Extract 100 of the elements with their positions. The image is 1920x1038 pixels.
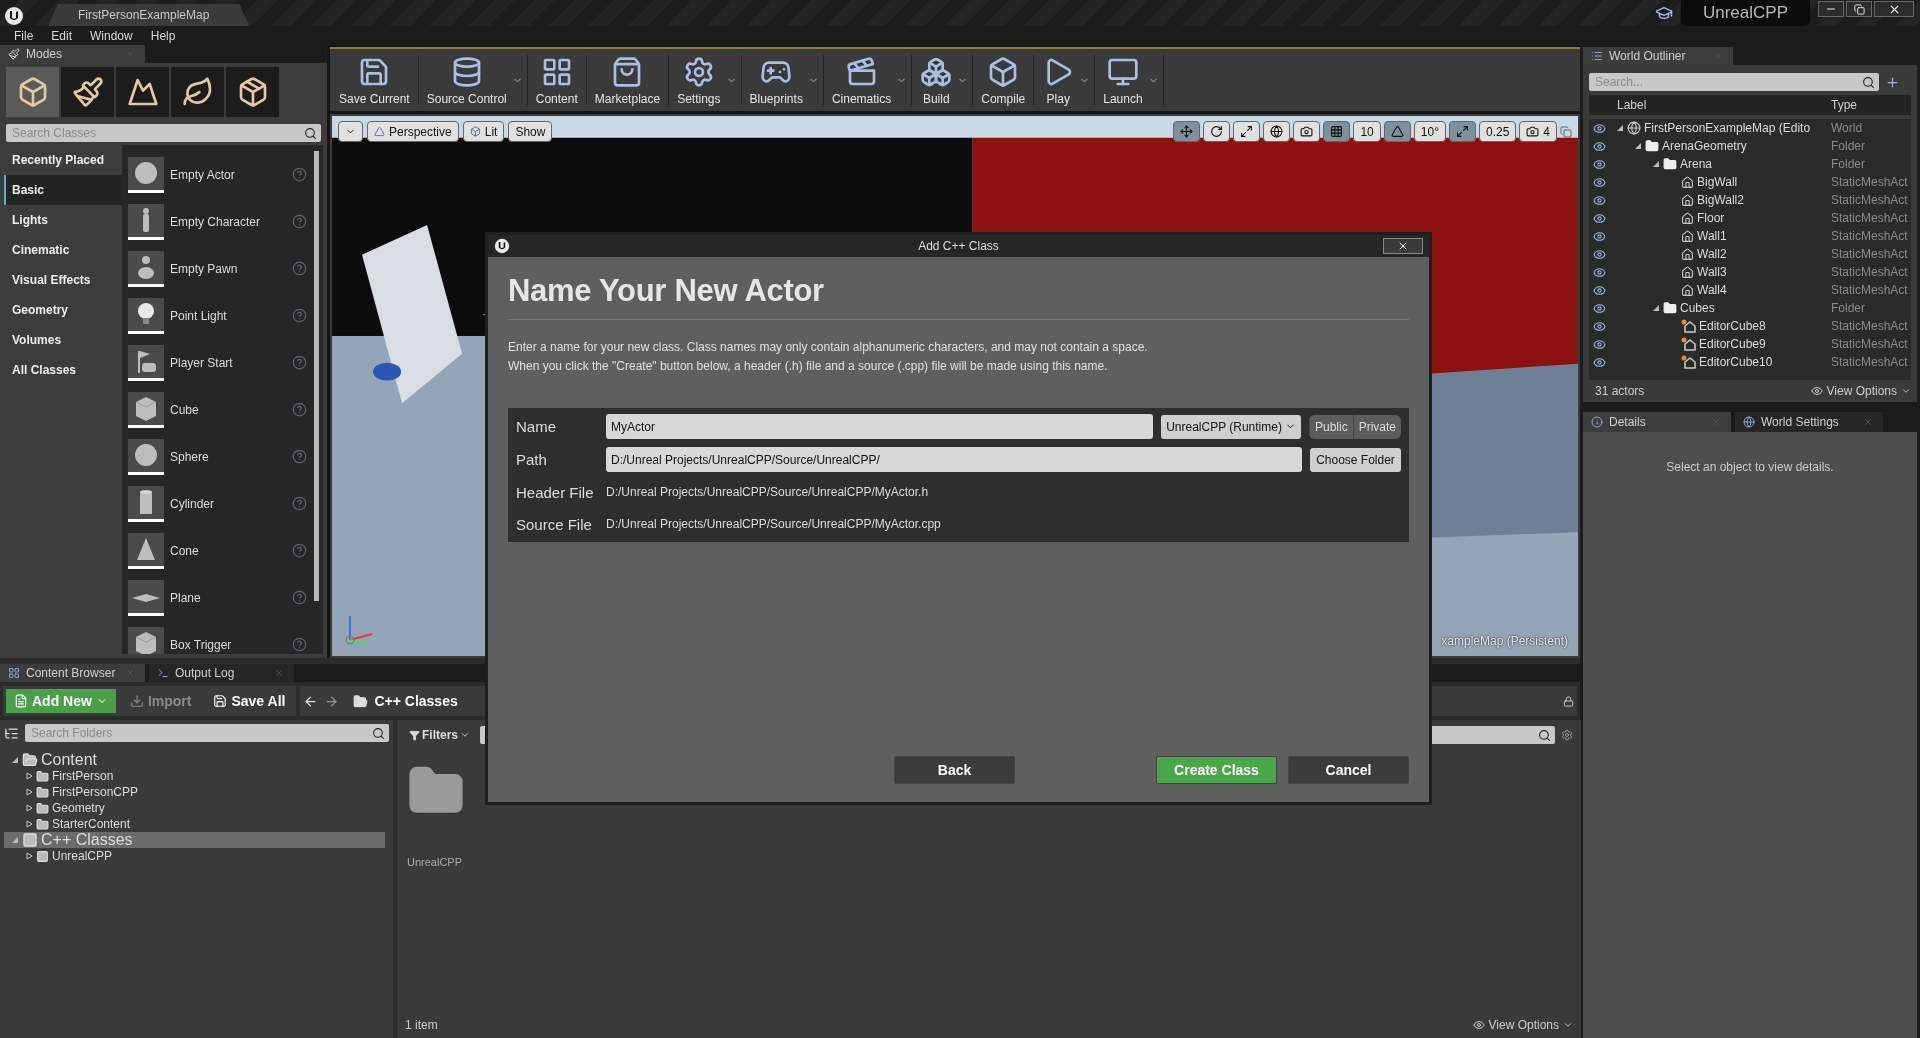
folder-tree-item[interactable]: Content [41,751,98,769]
mode-tool-button[interactable] [61,67,114,117]
category-tab[interactable]: Geometry [4,295,122,325]
help-icon[interactable] [292,496,307,511]
toolbar-button[interactable]: Play [1037,51,1080,109]
module-dropdown[interactable]: UnrealCPP (Runtime) [1161,414,1301,439]
mode-tool-button[interactable] [226,67,279,117]
outliner-item-label[interactable]: BigWall [1697,175,1738,189]
toolbar-button[interactable]: Settings [672,51,726,109]
help-icon[interactable] [292,543,307,558]
graduation-cap-icon[interactable] [1654,4,1673,22]
help-icon[interactable] [292,308,307,323]
panel-tab[interactable]: Details [1583,412,1731,432]
column-header[interactable]: Label [1617,98,1831,112]
modes-tab[interactable]: Modes [0,45,145,63]
outliner-item-label[interactable]: Floor [1697,211,1725,225]
rotation-size-button[interactable]: 10° [1413,121,1446,142]
outliner-tab[interactable]: World Outliner [1583,47,1733,65]
folder-tree-item[interactable]: FirstPerson [52,769,114,783]
help-icon[interactable] [292,637,307,652]
toolbar-button[interactable]: Save Current [334,51,415,109]
outliner-item-label[interactable]: Wall1 [1697,229,1727,243]
filters-button[interactable]: Filters [405,726,474,744]
help-icon[interactable] [292,214,307,229]
outliner-item-label[interactable]: BigWall2 [1697,193,1744,207]
search-field[interactable]: Search Folders [25,724,389,742]
outliner-item-label[interactable]: ArenaGeometry [1662,139,1747,153]
rotation-snap-toggle[interactable] [1383,121,1411,142]
placeable-item[interactable]: Cone [170,543,286,558]
placeable-item[interactable]: Empty Character [170,214,286,229]
placeable-item[interactable]: Empty Pawn [170,261,286,276]
category-tab[interactable]: Volumes [4,325,122,355]
outliner-item-label[interactable]: Wall3 [1697,265,1727,279]
grid-snap-button[interactable] [1323,121,1351,142]
settings-icon[interactable] [1561,729,1573,741]
expand-arrow-icon[interactable] [1652,160,1660,168]
outliner-item-label[interactable]: EditorCube8 [1699,319,1766,333]
visibility-toggle[interactable]: Public [1308,414,1353,439]
minimize-button[interactable] [1818,1,1844,17]
collapse-icon[interactable] [4,725,19,741]
outliner-item-label[interactable]: Arena [1680,157,1713,171]
mode-tool-button[interactable] [171,67,224,117]
outliner-item-label[interactable]: Cubes [1680,301,1715,315]
add-icon[interactable] [1885,74,1900,90]
restore-button[interactable] [1846,1,1872,17]
panel-tab[interactable]: Content Browser [0,664,145,682]
help-icon[interactable] [292,590,307,605]
scale-snap-toggle[interactable] [1448,121,1476,142]
toolbar-button[interactable]: Build [915,51,958,109]
name-input[interactable]: MyActor [606,414,1154,439]
placeable-item[interactable]: Cube [170,402,286,417]
world-space-button[interactable] [1263,121,1291,142]
expand-arrow-icon[interactable] [1634,142,1642,150]
category-tab[interactable]: Visual Effects [4,265,122,295]
grid-size-button[interactable]: 10 [1353,121,1381,142]
visibility-toggle[interactable]: Private [1352,414,1401,439]
dialog-button[interactable]: Cancel [1288,756,1409,784]
search-input[interactable]: Search... [1593,74,1862,90]
placeable-item[interactable]: Player Start [170,355,286,370]
asset-label[interactable]: UnrealCPP [407,856,463,868]
show-button[interactable]: Show [508,121,553,142]
view-options-button[interactable]: View Options [1810,384,1911,398]
help-icon[interactable] [292,261,307,276]
save-all-button[interactable]: Save All [205,689,294,713]
help-icon[interactable] [292,402,307,417]
menu-item[interactable]: File [6,28,42,43]
placeable-item[interactable]: Box Trigger [170,637,286,652]
choose-folder-button[interactable]: Choose Folder [1310,447,1401,472]
toolbar-button[interactable]: Source Control [421,51,512,109]
lock-icon[interactable] [1563,695,1574,707]
toolbar-button[interactable]: Launch [1098,51,1148,109]
surface-snap-button[interactable] [1293,121,1321,142]
scale-size-button[interactable]: 0.25 [1478,121,1517,142]
outliner-item-label[interactable]: Wall2 [1697,247,1727,261]
close-button[interactable] [1874,1,1914,17]
menu-item[interactable]: Help [142,28,184,43]
search-field[interactable]: Search... [1589,73,1879,91]
scale-button[interactable] [1233,121,1261,142]
path-breadcrumb[interactable]: C++ Classes [374,693,458,709]
toolbar-button[interactable]: Marketplace [589,51,666,109]
rotate-button[interactable] [1203,121,1231,142]
toolbar-button[interactable]: Blueprints [744,51,808,109]
path-input[interactable]: D:/Unreal Projects/UnrealCPP/Source/UnrealCPP/ [606,447,1302,472]
search-field[interactable]: Search Classes [6,124,321,142]
folder-tree-item[interactable]: FirstPersonCPP [52,785,139,799]
category-tab[interactable]: Basic [4,175,122,205]
category-tab[interactable]: All Classes [4,355,122,385]
toolbar-button[interactable]: Cinematics [826,51,897,109]
placeable-item[interactable]: Sphere [170,449,286,464]
help-icon[interactable] [292,355,307,370]
placeable-item[interactable]: Point Light [170,308,286,323]
outliner-item-label[interactable]: EditorCube9 [1699,337,1766,351]
camera-speed-button[interactable]: 4 [1519,121,1557,142]
maximize-icon[interactable] [1560,125,1572,138]
toolbar-button[interactable]: Content [530,51,583,109]
map-tab[interactable]: FirstPersonExampleMap [48,4,250,26]
mode-tool-button[interactable] [116,67,169,117]
panel-tab[interactable]: Output Log [149,664,294,682]
translate-button[interactable] [1173,121,1201,142]
help-icon[interactable] [292,167,307,182]
